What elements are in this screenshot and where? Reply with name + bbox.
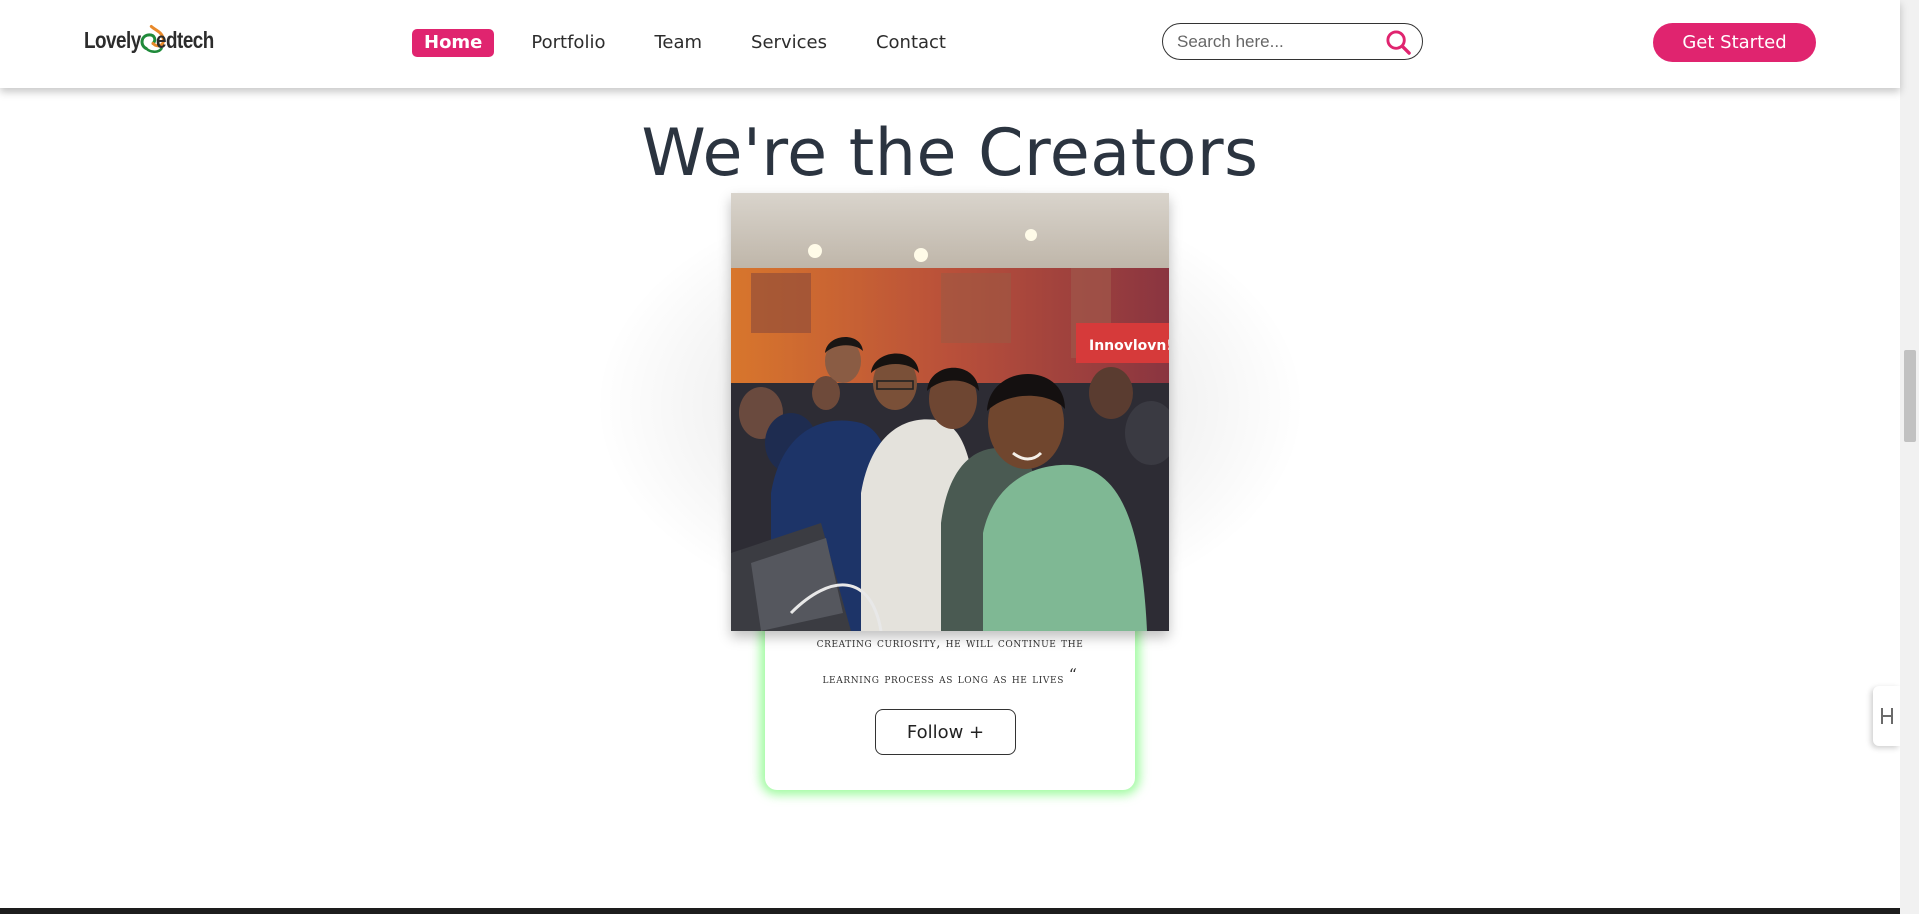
logo-text-right: edtech	[156, 26, 215, 53]
search-icon[interactable]	[1385, 29, 1412, 56]
logo-text-left: Lovely	[84, 26, 141, 53]
search-input[interactable]	[1177, 31, 1377, 53]
follow-button[interactable]: Follow +	[875, 709, 1016, 755]
nav-portfolio[interactable]: Portfolio	[519, 29, 617, 57]
team-photo: Innovlovn!	[731, 193, 1169, 631]
nav-home[interactable]: Home	[412, 29, 495, 57]
section-title: We're the Creators	[641, 116, 1259, 191]
nav-team[interactable]: Team	[642, 29, 714, 57]
main-nav: Home Portfolio Team Services Contact	[412, 29, 983, 57]
side-widget[interactable]	[1873, 686, 1900, 746]
next-section-edge	[0, 908, 1900, 914]
creator-quote: creating curiosity, he will continue the…	[765, 628, 1135, 695]
closing-quote-mark: “	[1068, 665, 1078, 684]
get-started-button[interactable]: Get Started	[1653, 23, 1816, 62]
scrollbar-thumb[interactable]	[1904, 350, 1916, 442]
quote-line-1: creating curiosity, he will continue the	[816, 636, 1084, 651]
vertical-scrollbar[interactable]	[1900, 0, 1919, 914]
site-header: Lovely edtech Home Portfolio Team Servic…	[0, 0, 1900, 88]
widget-icon	[1880, 708, 1893, 724]
logo[interactable]: Lovely edtech	[84, 20, 227, 60]
quote-line-2: learning process as long as he lives	[822, 672, 1064, 687]
svg-text:Innovlovn!: Innovlovn!	[1089, 338, 1169, 354]
nav-contact[interactable]: Contact	[864, 29, 958, 57]
nav-services[interactable]: Services	[739, 29, 839, 57]
search-box	[1162, 23, 1423, 60]
team-photo-illustration: Innovlovn!	[731, 193, 1169, 631]
